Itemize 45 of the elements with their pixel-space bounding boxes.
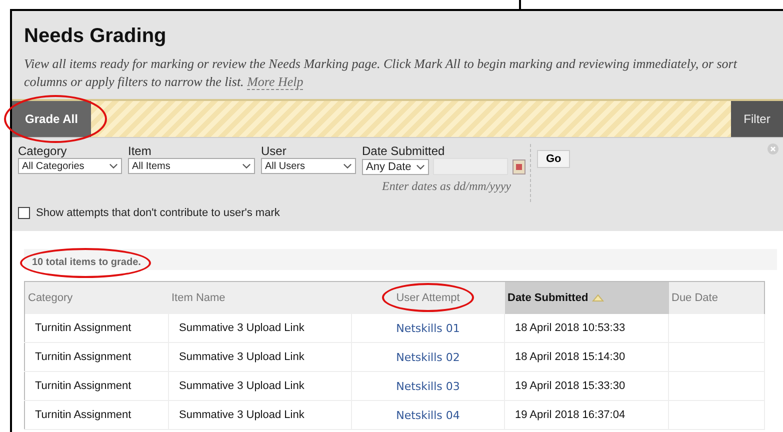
- column-header[interactable]: Date Submitted: [504, 282, 668, 314]
- description-text: View all items ready for marking or review the Needs Marking page. Click Mark All to begin marking and reviewing immediately, or sort columns or apply filters to narrow the list. More Help: [24, 55, 738, 91]
- table-cell: Turnitin Assignment: [35, 409, 132, 421]
- date-hint: Enter dates as dd/mm/yyyy: [382, 179, 512, 194]
- column-header[interactable]: User Attempt: [352, 282, 504, 314]
- table-cell: Turnitin Assignment: [35, 380, 132, 392]
- table-cell: Summative 3 Upload Link: [179, 409, 304, 421]
- sort-arrow-icon: [592, 294, 604, 302]
- filter-label: User: [261, 144, 288, 158]
- table-cell: 19 April 2018 16:37:04: [515, 409, 626, 421]
- table-cell: Summative 3 Upload Link: [179, 380, 304, 392]
- table-cell: Turnitin Assignment: [35, 322, 132, 334]
- filter-label: Category: [18, 144, 68, 158]
- table-cell: Summative 3 Upload Link: [179, 322, 304, 334]
- chevron-icon: [343, 163, 352, 169]
- date-dropdown[interactable]: Any Date: [362, 158, 429, 174]
- column-header[interactable]: Due Date: [668, 282, 764, 314]
- calendar-icon[interactable]: [512, 158, 526, 174]
- filter-label: Item: [128, 144, 152, 158]
- user-attempt-link[interactable]: Netskills 01: [396, 322, 460, 334]
- table-cell: 18 April 2018 15:14:30: [515, 351, 626, 363]
- table-cell: 18 April 2018 10:53:33: [515, 322, 626, 334]
- user-attempt-link[interactable]: Netskills 02: [396, 350, 460, 364]
- chevron-icon: [416, 164, 425, 170]
- grade-all-button[interactable]: Grade All: [12, 101, 91, 137]
- filter-label: Date Submitted: [362, 144, 446, 158]
- filter-button[interactable]: Filter: [731, 101, 783, 137]
- column-header[interactable]: Item Name: [168, 282, 352, 314]
- table-cell: Summative 3 Upload Link: [179, 351, 304, 363]
- filter-dropdown[interactable]: All Categories: [18, 158, 122, 174]
- more-help-link[interactable]: More Help: [247, 74, 304, 90]
- go-button[interactable]: Go: [537, 150, 570, 168]
- page-title: Needs Grading: [24, 25, 168, 48]
- table-cell: 19 April 2018 15:33:30: [515, 380, 626, 392]
- column-header[interactable]: Category: [24, 282, 168, 314]
- checkbox-label: Show attempts that don't contribute to user's mark: [36, 207, 280, 219]
- filter-dropdown[interactable]: All Items: [128, 158, 255, 174]
- filter-dropdown[interactable]: All Users: [261, 158, 356, 174]
- chevron-icon: [242, 163, 251, 169]
- chevron-icon: [109, 163, 118, 169]
- user-attempt-link[interactable]: Netskills 03: [396, 380, 460, 392]
- checkbox[interactable]: [18, 207, 30, 219]
- table-cell: Turnitin Assignment: [35, 351, 132, 363]
- user-attempt-link[interactable]: Netskills 04: [396, 408, 460, 422]
- total-count-text: 10 total items to grade.: [32, 257, 141, 268]
